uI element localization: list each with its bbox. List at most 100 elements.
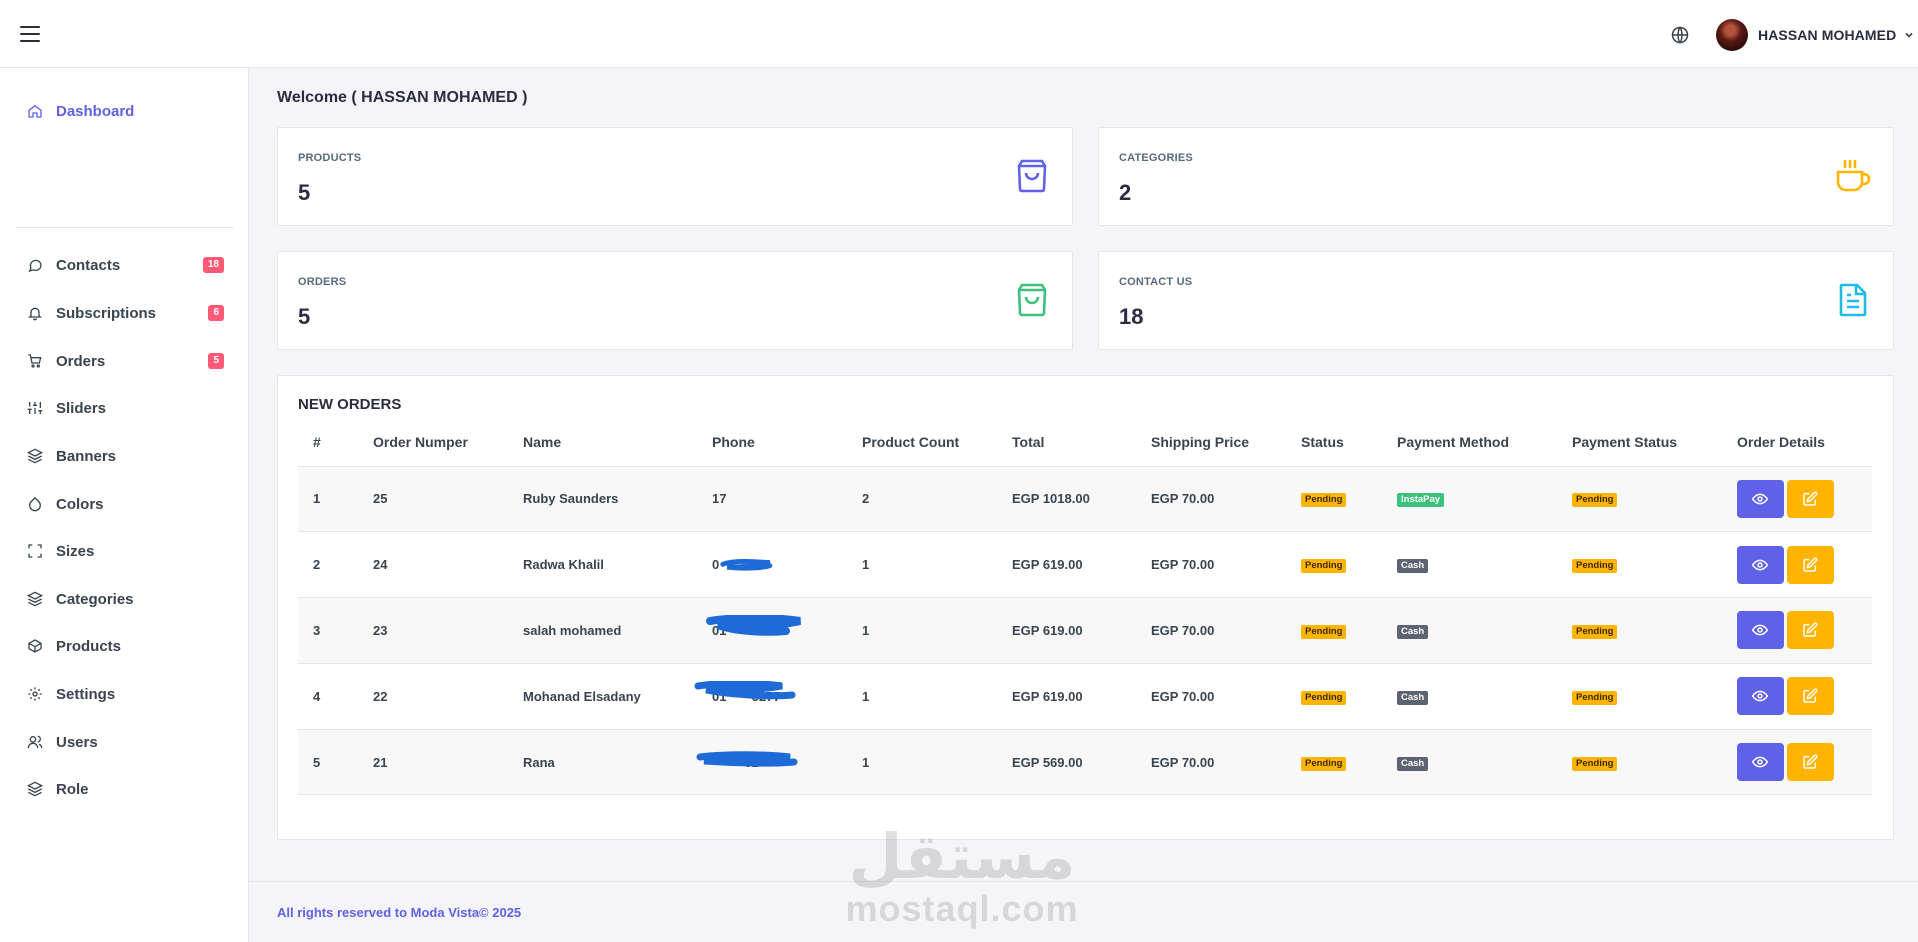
droplet-icon xyxy=(29,496,41,512)
eye-icon xyxy=(1752,559,1768,571)
coffee-cup-icon xyxy=(1836,159,1871,192)
footer-brand-link[interactable]: Moda Vista xyxy=(411,905,479,920)
eye-icon xyxy=(1752,493,1768,505)
cell-name: Radwa Khalil xyxy=(508,531,697,599)
sidebar-item-users[interactable]: Users xyxy=(16,723,232,761)
status-badge: Pending xyxy=(1301,690,1347,705)
sidebar-item-label: Categories xyxy=(56,590,134,608)
sidebar-item-sizes[interactable]: Sizes xyxy=(16,532,232,570)
cell-total: EGP 569.00 xyxy=(997,729,1136,796)
edit-icon xyxy=(1803,491,1818,506)
sidebar-item-label: Banners xyxy=(56,447,117,465)
cell-shipping: EGP 70.00 xyxy=(1136,663,1286,730)
payment-method-badge: Cash xyxy=(1397,624,1429,639)
cell-order-number: 23 xyxy=(358,597,508,664)
column-header: Phone xyxy=(697,418,847,467)
sidebar-item-label: Subscriptions xyxy=(56,304,157,322)
sidebar-item-banners[interactable]: Banners xyxy=(16,437,232,475)
sidebar-item-label: Sliders xyxy=(56,399,107,417)
user-menu[interactable]: HASSAN MOHAMED xyxy=(1716,19,1914,51)
edit-order-button[interactable] xyxy=(1787,479,1834,518)
cell-shipping: EGP 70.00 xyxy=(1136,466,1286,533)
cell-name: salah mohamed xyxy=(508,597,697,664)
cell-total: EGP 1018.00 xyxy=(997,466,1136,533)
cell-order-number: 22 xyxy=(358,663,508,730)
payment-method-badge: InstaPay xyxy=(1397,493,1445,508)
stat-card-orders: ORDERS 5 xyxy=(277,251,1073,350)
hamburger-icon[interactable] xyxy=(20,26,40,42)
sidebar-item-sliders[interactable]: Sliders xyxy=(16,389,232,427)
cell-order-number: 25 xyxy=(358,466,508,533)
sidebar-item-subscriptions[interactable]: Subscriptions 6 xyxy=(16,294,232,332)
cell-index: 5 xyxy=(298,729,358,796)
view-order-button[interactable] xyxy=(1737,677,1784,716)
edit-order-button[interactable] xyxy=(1787,677,1834,716)
sidebar-item-label: Users xyxy=(56,733,98,751)
eye-icon xyxy=(1752,690,1768,702)
column-header: Shipping Price xyxy=(1136,418,1286,467)
stat-value: 5 xyxy=(298,180,311,205)
table-row: 5 21 Rana 52 1 EGP 569.00 EGP 70.00 Pend… xyxy=(298,729,1872,796)
payment-status-badge: Pending xyxy=(1572,559,1618,574)
count-badge: 18 xyxy=(202,257,224,273)
sidebar-item-label: Orders xyxy=(56,352,106,370)
sidebar-item-categories[interactable]: Categories xyxy=(16,580,232,618)
edit-icon xyxy=(1803,557,1818,572)
sidebar-item-orders[interactable]: Orders 5 xyxy=(16,342,232,380)
shopping-bag-icon xyxy=(1017,159,1047,193)
cell-index: 3 xyxy=(298,597,358,664)
footer-year: © 2025 xyxy=(479,905,522,920)
sidebar-item-label: Sizes xyxy=(56,542,95,560)
redaction-scribble xyxy=(696,750,798,767)
cell-index: 1 xyxy=(298,466,358,533)
edit-icon xyxy=(1803,754,1818,769)
orders-table: # Order Numper Name Phone Product Count … xyxy=(298,418,1872,796)
stat-card-products: PRODUCTS 5 xyxy=(277,127,1073,226)
cell-name: Rana xyxy=(508,729,697,796)
table-header-row: # Order Numper Name Phone Product Count … xyxy=(298,418,1872,467)
cell-order-number: 24 xyxy=(358,531,508,599)
payment-method-badge: Cash xyxy=(1397,690,1429,705)
status-badge: Pending xyxy=(1301,756,1347,771)
sidebar-item-role[interactable]: Role xyxy=(16,770,232,808)
cell-product-count: 1 xyxy=(847,597,997,664)
shopping-bag-icon xyxy=(1017,283,1047,317)
stat-value: 2 xyxy=(1119,180,1132,205)
page-title: Welcome ( HASSAN MOHAMED ) xyxy=(277,89,528,106)
sidebar-item-products[interactable]: Products xyxy=(16,627,232,665)
expand-icon xyxy=(28,544,42,558)
edit-order-button[interactable] xyxy=(1787,545,1834,584)
sidebar-item-colors[interactable]: Colors xyxy=(16,485,232,523)
sidebar-item-contacts[interactable]: Contacts 18 xyxy=(16,246,232,284)
column-header: Product Count xyxy=(847,418,997,467)
view-order-button[interactable] xyxy=(1737,545,1784,584)
cell-order-number: 21 xyxy=(358,729,508,796)
cell-shipping: EGP 70.00 xyxy=(1136,597,1286,664)
document-icon xyxy=(1839,283,1867,317)
edit-order-button[interactable] xyxy=(1787,611,1834,650)
eye-icon xyxy=(1752,625,1768,636)
watermark-text: mostaql.com xyxy=(845,888,1079,929)
status-badge: Pending xyxy=(1301,559,1347,574)
chat-icon xyxy=(28,259,42,273)
stat-card-categories: CATEGORIES 2 xyxy=(1098,127,1894,226)
globe-icon[interactable] xyxy=(1670,25,1690,45)
view-order-button[interactable] xyxy=(1737,479,1784,518)
sidebar-item-label: Role xyxy=(56,780,89,798)
edit-order-button[interactable] xyxy=(1787,743,1834,782)
sidebar-item-settings[interactable]: Settings xyxy=(16,675,232,713)
view-order-button[interactable] xyxy=(1737,611,1784,650)
stat-value: 5 xyxy=(298,304,311,329)
sidebar-item-label: Contacts xyxy=(56,256,121,274)
sidebar-item-label: Settings xyxy=(56,685,116,703)
stat-value: 18 xyxy=(1119,304,1144,329)
sidebar-item-dashboard[interactable]: Dashboard xyxy=(16,92,232,130)
view-order-button[interactable] xyxy=(1737,743,1784,782)
count-badge: 6 xyxy=(208,305,224,321)
cell-total: EGP 619.00 xyxy=(997,531,1136,599)
sidebar-divider xyxy=(16,227,234,228)
column-header: Status xyxy=(1286,418,1382,467)
redaction-scribble xyxy=(694,680,796,700)
column-header: Name xyxy=(508,418,697,467)
cell-product-count: 1 xyxy=(847,663,997,730)
